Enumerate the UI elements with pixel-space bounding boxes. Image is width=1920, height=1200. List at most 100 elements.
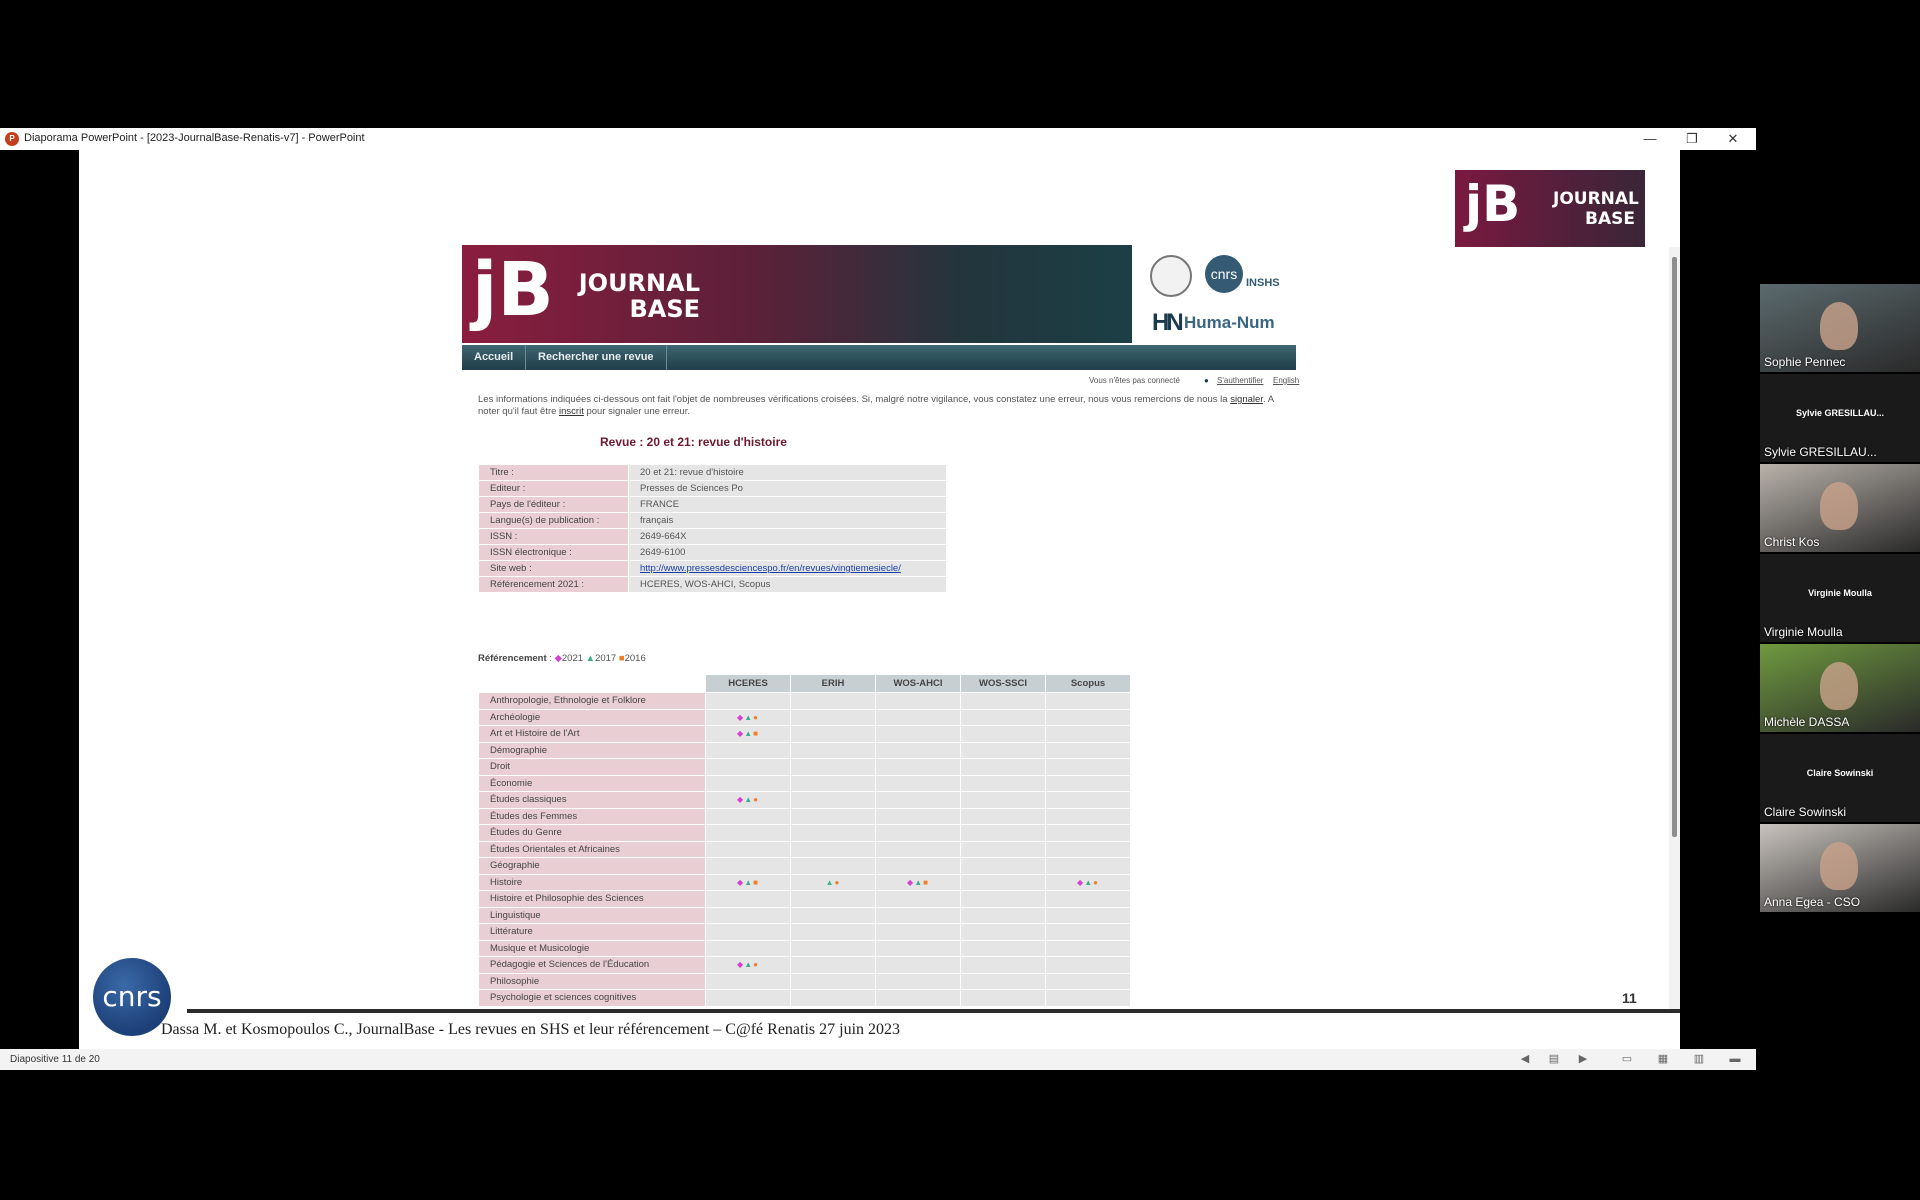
close-button[interactable]: ✕ bbox=[1713, 130, 1753, 148]
info-key: Titre : bbox=[479, 465, 628, 480]
grid-row: Philosophie bbox=[479, 973, 1130, 989]
reading-view-icon[interactable]: ▥ bbox=[1692, 1052, 1706, 1066]
square-icon: ● bbox=[753, 712, 759, 722]
discipline-label: Études des Femmes bbox=[479, 808, 705, 824]
square-icon: ■ bbox=[753, 877, 759, 887]
slide-counter: Diapositive 11 de 20 bbox=[10, 1054, 100, 1065]
grid-cell bbox=[876, 742, 960, 758]
grid-header: HCERES bbox=[706, 675, 790, 692]
avatar bbox=[1820, 482, 1858, 530]
grid-row: Pédagogie et Sciences de l'Éducation ◆▲● bbox=[479, 957, 1130, 973]
grid-cell bbox=[1046, 973, 1130, 989]
grid-header: Scopus bbox=[1046, 675, 1130, 692]
discipline-label: Géographie bbox=[479, 858, 705, 874]
info-key: Site web : bbox=[479, 561, 628, 576]
square-icon: ● bbox=[753, 960, 759, 970]
grid-row: Géographie bbox=[479, 858, 1130, 874]
slide-canvas[interactable]: jB JOURNAL BASE jB JOURNAL BASE cnrs INS… bbox=[79, 150, 1680, 1049]
discipline-label: Économie bbox=[479, 775, 705, 791]
grid-cell bbox=[791, 957, 875, 973]
grid-cell bbox=[1046, 726, 1130, 742]
grid-cell bbox=[876, 709, 960, 725]
website-link[interactable]: http://www.pressesdesciencespo.fr/en/rev… bbox=[640, 563, 901, 574]
restore-button[interactable]: ❐ bbox=[1672, 130, 1712, 148]
grid-cell bbox=[876, 940, 960, 956]
info-value: http://www.pressesdesciencespo.fr/en/rev… bbox=[629, 561, 946, 576]
minimize-button[interactable]: — bbox=[1630, 130, 1670, 148]
referencement-legend: Référencement : ◆2021 ▲2017 ■2016 bbox=[478, 653, 646, 664]
login-link[interactable]: S'authentifier bbox=[1217, 376, 1263, 385]
slide-page-number: 11 bbox=[1622, 990, 1637, 1006]
participant-tile[interactable]: Sylvie GRESILLAU... Sylvie GRESILLAU... bbox=[1760, 374, 1920, 462]
participant-tile[interactable]: Christ Kos bbox=[1760, 464, 1920, 552]
grid-cell bbox=[706, 973, 790, 989]
grid-cell bbox=[1046, 742, 1130, 758]
participant-tile[interactable]: Virginie Moulla Virginie Moulla bbox=[1760, 554, 1920, 642]
language-link[interactable]: English bbox=[1273, 376, 1299, 385]
info-key: Langue(s) de publication : bbox=[479, 513, 628, 528]
slide-scrollbar[interactable] bbox=[1669, 247, 1680, 1009]
grid-cell: ▲● bbox=[791, 874, 875, 890]
cnrs-logo: cnrs bbox=[93, 958, 171, 1036]
grid-cell bbox=[876, 990, 960, 1006]
participant-tile[interactable]: Anna Egea - CSO bbox=[1760, 824, 1920, 912]
participant-tile[interactable]: Sophie Pennec bbox=[1760, 284, 1920, 372]
title-bar: P Diaporama PowerPoint - [2023-JournalBa… bbox=[0, 128, 1756, 150]
info-value: Presses de Sciences Po bbox=[629, 481, 946, 496]
grid-cell bbox=[706, 693, 790, 709]
normal-view-icon[interactable]: ▭ bbox=[1620, 1052, 1634, 1066]
grid-cell bbox=[876, 808, 960, 824]
grid-cell bbox=[876, 858, 960, 874]
nav-accueil[interactable]: Accueil bbox=[462, 345, 527, 370]
partner-logos: cnrs INSHS HN Huma-Num bbox=[1138, 245, 1296, 343]
powerpoint-window: P Diaporama PowerPoint - [2023-JournalBa… bbox=[0, 128, 1756, 1070]
triangle-icon: ▲ bbox=[744, 712, 754, 722]
grid-cell bbox=[961, 726, 1045, 742]
powerpoint-icon: P bbox=[5, 132, 19, 146]
triangle-icon: ▲ bbox=[744, 795, 754, 805]
grid-cell bbox=[706, 891, 790, 907]
grid-cell bbox=[706, 940, 790, 956]
grid-header: WOS-AHCI bbox=[876, 675, 960, 692]
signaler-link[interactable]: signaler bbox=[1230, 394, 1263, 405]
grid-cell bbox=[791, 858, 875, 874]
grid-cell bbox=[876, 825, 960, 841]
grid-cell bbox=[706, 759, 790, 775]
next-slide-icon[interactable]: ▶ bbox=[1576, 1052, 1590, 1066]
info-row: Site web : http://www.pressesdesciencespo… bbox=[479, 561, 946, 576]
grid-cell bbox=[1046, 693, 1130, 709]
grid-cell: ◆▲● bbox=[706, 792, 790, 808]
triangle-icon: ▲ bbox=[744, 877, 754, 887]
participant-name: Sophie Pennec bbox=[1764, 355, 1846, 369]
info-key: Pays de l'éditeur : bbox=[479, 497, 628, 512]
grid-row: Anthropologie, Ethnologie et Folklore bbox=[479, 693, 1130, 709]
avatar bbox=[1820, 842, 1858, 890]
discipline-label: Études Orientales et Africaines bbox=[479, 841, 705, 857]
diamond-icon: ◆ bbox=[554, 653, 562, 664]
grid-cell bbox=[961, 742, 1045, 758]
grid-cell bbox=[961, 775, 1045, 791]
grid-cell bbox=[1046, 891, 1130, 907]
participant-tile[interactable]: Michèle DASSA bbox=[1760, 644, 1920, 732]
participant-tile[interactable]: Claire Sowinski Claire Sowinski bbox=[1760, 734, 1920, 822]
inscrit-link[interactable]: inscrit bbox=[559, 406, 584, 417]
discipline-label: Études du Genre bbox=[479, 825, 705, 841]
grid-cell bbox=[1046, 841, 1130, 857]
grid-cell bbox=[961, 940, 1045, 956]
window-title: Diaporama PowerPoint - [2023-JournalBase… bbox=[24, 132, 365, 144]
info-row: Langue(s) de publication : français bbox=[479, 513, 946, 528]
slide-footer: Dassa M. et Kosmopoulos C., JournalBase … bbox=[161, 1021, 901, 1038]
previous-slide-icon[interactable]: ◀ bbox=[1518, 1052, 1532, 1066]
humanum-logo-text: Huma-Num bbox=[1184, 313, 1275, 332]
scrollbar-thumb[interactable] bbox=[1672, 257, 1677, 837]
discipline-label: Droit bbox=[479, 759, 705, 775]
slideshow-view-icon[interactable]: ▬ bbox=[1728, 1052, 1742, 1066]
nav-rechercher-revue[interactable]: Rechercher une revue bbox=[526, 345, 667, 370]
grid-row: Histoire ◆▲■ ▲● ◆▲■ ◆▲● bbox=[479, 874, 1130, 890]
slide-list-icon[interactable]: ▤ bbox=[1547, 1052, 1561, 1066]
grid-cell bbox=[791, 990, 875, 1006]
info-value: 20 et 21: revue d'histoire bbox=[629, 465, 946, 480]
grid-header: ERIH bbox=[791, 675, 875, 692]
sorter-view-icon[interactable]: ▦ bbox=[1656, 1052, 1670, 1066]
grid-cell bbox=[791, 924, 875, 940]
